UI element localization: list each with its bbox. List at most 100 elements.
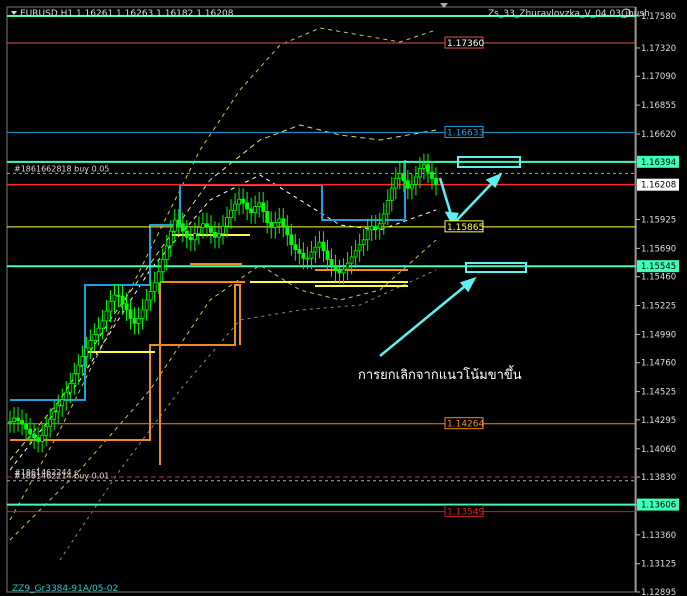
y-tick-label: 1.15460 <box>641 273 676 283</box>
thai-annotation: การยกเลิกจากแนวโน้มขาขึ้น <box>358 365 522 383</box>
candle-body <box>245 202 250 210</box>
candle-body <box>120 295 125 305</box>
candle-body <box>409 184 414 189</box>
candle-body <box>16 417 20 421</box>
candle-body <box>426 164 430 173</box>
axis-price-label: 1.16394 <box>641 158 676 168</box>
y-tick-label: 1.15925 <box>641 215 676 225</box>
candle-body <box>418 168 422 178</box>
candle-body <box>108 300 113 312</box>
y-tick-label: 1.14295 <box>641 416 676 426</box>
y-tick-label: 1.16855 <box>641 101 676 111</box>
candle-body <box>184 230 189 238</box>
candle-body <box>136 318 141 324</box>
candle-body <box>293 244 298 250</box>
y-tick-label: 1.17090 <box>641 72 676 82</box>
candle-body <box>305 257 310 260</box>
symbol-header: EURUSD,H1 1.16261 1.16263 1.16182 1.1620… <box>20 9 234 19</box>
level-label: 1.14264 <box>447 420 484 430</box>
candle-body <box>377 223 382 230</box>
candle-body <box>221 225 225 235</box>
y-tick-label: 1.12895 <box>641 588 676 596</box>
candle-body <box>309 251 314 259</box>
y-tick-label: 1.14060 <box>641 445 676 455</box>
level-label: 1.17360 <box>447 39 484 49</box>
candle-body <box>289 234 294 246</box>
axis-price-label: 1.13606 <box>641 501 676 511</box>
candle-body <box>229 209 233 219</box>
y-tick-label: 1.17320 <box>641 44 676 54</box>
order-label: #1861662818 buy 0.05 <box>14 164 109 173</box>
candle-body <box>257 202 262 207</box>
candle-body <box>152 282 157 292</box>
candle-body <box>64 391 69 400</box>
candle-body <box>301 252 306 259</box>
candle-body <box>369 225 374 231</box>
candle-body <box>361 239 366 246</box>
chart-background <box>0 0 687 596</box>
candle-body <box>116 294 121 297</box>
candle-body <box>56 405 61 413</box>
candle-body <box>345 262 350 270</box>
candle-body <box>168 230 173 247</box>
order-label: #1861462214 buy 0.01 <box>14 472 109 481</box>
price-chart: EURUSD,H1 1.16261 1.16263 1.16182 1.1620… <box>0 0 687 596</box>
candle-body <box>333 265 338 271</box>
axis-price-label: 1.16208 <box>641 181 676 191</box>
candle-body <box>217 233 221 238</box>
candle-body <box>124 303 129 311</box>
candle-body <box>281 218 286 227</box>
candle-body <box>32 433 37 439</box>
candle-body <box>52 411 57 420</box>
candle-body <box>44 426 49 436</box>
candle-body <box>148 290 153 301</box>
candle-body <box>233 203 237 211</box>
candle-body <box>140 309 145 319</box>
candle-body <box>128 309 133 319</box>
candle-body <box>373 225 378 230</box>
candle-body <box>188 236 193 241</box>
candle-body <box>144 299 149 311</box>
candle-body <box>12 417 16 423</box>
candle-body <box>20 420 24 425</box>
candle-body <box>92 334 97 341</box>
candle-body <box>253 206 258 214</box>
y-tick-label: 1.15690 <box>641 244 676 254</box>
candle-body <box>313 246 318 253</box>
candle-body <box>325 250 330 260</box>
y-tick-label: 1.13830 <box>641 473 676 483</box>
candle-body <box>176 219 181 225</box>
candle-body <box>261 202 266 212</box>
candle-body <box>265 211 270 223</box>
y-tick-label: 1.15225 <box>641 302 676 312</box>
candle-body <box>353 250 358 258</box>
candle-body <box>365 229 370 241</box>
candle-body <box>285 225 290 236</box>
candle-body <box>201 223 205 228</box>
candle-body <box>381 213 386 225</box>
candle-body <box>196 227 201 235</box>
candle-body <box>414 176 418 185</box>
candle-body <box>60 399 65 407</box>
candle-body <box>337 270 342 274</box>
candle-body <box>28 428 32 435</box>
candle-body <box>100 320 105 329</box>
candle-body <box>405 180 410 189</box>
level-label: 1.15865 <box>447 223 484 233</box>
candle-body <box>385 200 390 215</box>
candle-body <box>297 249 302 254</box>
candle-body <box>96 327 101 335</box>
candle-body <box>213 231 217 238</box>
candle-body <box>104 310 109 322</box>
candle-body <box>48 418 53 428</box>
candle-body <box>430 171 434 179</box>
candle-body <box>80 356 85 366</box>
candle-body <box>40 434 45 442</box>
candle-body <box>76 364 81 375</box>
candle-body <box>209 225 213 233</box>
candle-body <box>72 373 77 385</box>
candle-body <box>277 218 282 223</box>
axis-price-label: 1.15545 <box>641 262 676 272</box>
candle-body <box>24 423 28 430</box>
candle-body <box>397 172 402 179</box>
